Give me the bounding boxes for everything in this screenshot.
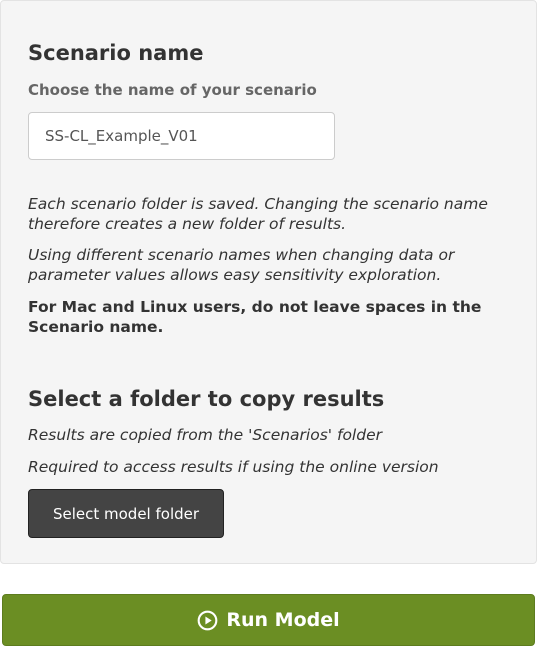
scenario-name-heading: Scenario name [28,41,204,65]
copy-source-note: Results are copied from the 'Scenarios' … [28,426,382,444]
mac-linux-warning: For Mac and Linux users, do not leave sp… [28,298,482,336]
sensitivity-note: Using different scenario names when chan… [28,246,455,284]
scenario-name-label: Choose the name of your scenario [28,81,317,99]
copy-results-heading: Select a folder to copy results [28,387,385,411]
scenario-panel: Scenario name Choose the name of your sc… [0,0,537,564]
run-model-label: Run Model [226,609,340,631]
play-circle-icon [197,610,218,631]
online-version-note: Required to access results if using the … [28,458,439,476]
scenario-folder-note: Each scenario folder is saved. Changing … [28,195,488,233]
run-model-button[interactable]: Run Model [2,594,535,646]
select-model-folder-button[interactable]: Select model folder [28,489,224,538]
scenario-name-input[interactable] [28,112,335,160]
